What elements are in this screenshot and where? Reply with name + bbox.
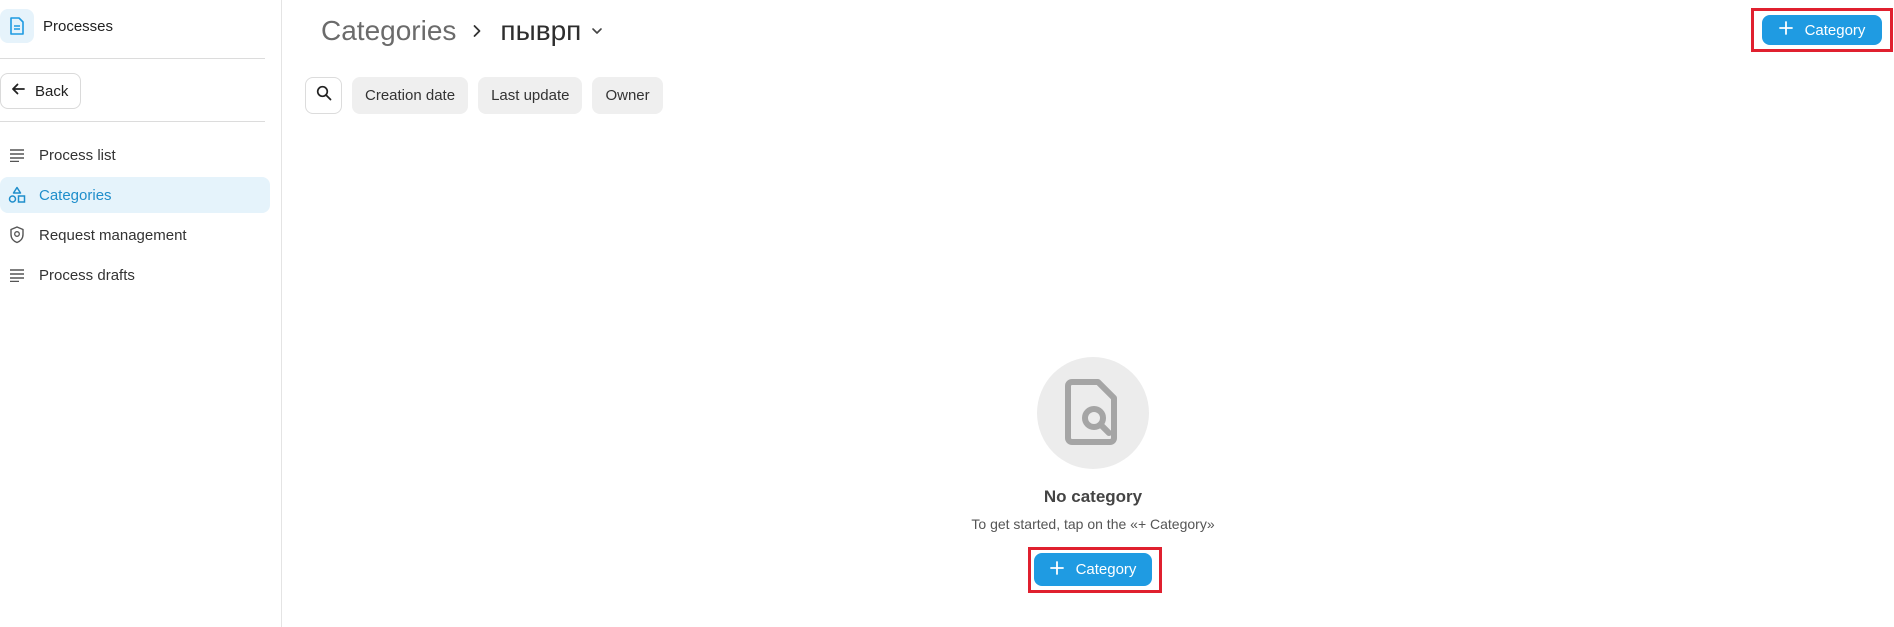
add-category-button[interactable]: Category — [1762, 15, 1882, 45]
list-icon — [8, 146, 26, 164]
sidebar-item-process-list[interactable]: Process list — [0, 137, 270, 173]
sidebar-item-categories[interactable]: Categories — [0, 177, 270, 213]
empty-state-title: No category — [1043, 487, 1143, 506]
filter-bar: Creation date Last update Owner — [305, 77, 663, 114]
plus-icon — [1049, 560, 1064, 579]
search-icon — [316, 85, 332, 106]
breadcrumb-root[interactable]: Categories — [321, 15, 456, 47]
filter-chip-creation-date[interactable]: Creation date — [352, 77, 469, 114]
chevron-right-icon — [472, 24, 482, 38]
sidebar-item-request-management[interactable]: Request management — [0, 217, 270, 253]
search-button[interactable] — [305, 77, 342, 114]
sidebar-item-label: Categories — [39, 186, 112, 204]
empty-state-button-label: Category — [1075, 561, 1137, 578]
breadcrumb-current: пыврп — [500, 15, 582, 46]
app-root: Processes Back Process list Categories R… — [0, 0, 1894, 627]
back-button-label: Back — [35, 82, 69, 100]
empty-state-add-category-button[interactable]: Category — [1034, 553, 1152, 586]
app-title: Processes — [43, 17, 114, 35]
sidebar: Processes Back Process list Categories R… — [0, 0, 282, 627]
empty-state-subtitle: To get started, tap on the «+ Category» — [971, 516, 1215, 532]
add-category-button-label: Category — [1804, 21, 1866, 39]
sidebar-item-label: Process list — [39, 146, 116, 164]
empty-state-illustration — [1037, 357, 1149, 469]
sidebar-item-process-drafts[interactable]: Process drafts — [0, 257, 270, 293]
empty-state: No category To get started, tap on the «… — [963, 357, 1223, 532]
breadcrumb: Categories пыврп — [321, 10, 603, 52]
sidebar-nav: Process list Categories Request manageme… — [0, 137, 270, 297]
app-header: Processes — [0, 8, 265, 44]
document-search-icon — [1064, 376, 1122, 451]
filter-chip-last-update[interactable]: Last update — [478, 77, 583, 114]
chevron-down-icon[interactable] — [591, 27, 603, 35]
back-button[interactable]: Back — [0, 73, 81, 109]
shield-icon — [8, 226, 26, 244]
sidebar-divider — [0, 58, 265, 59]
list-icon — [8, 266, 26, 284]
filter-chip-owner[interactable]: Owner — [592, 77, 663, 114]
arrow-left-icon — [10, 81, 26, 101]
sidebar-divider — [0, 121, 265, 122]
processes-logo-icon — [0, 9, 34, 43]
sidebar-item-label: Request management — [39, 226, 187, 244]
shapes-icon — [8, 186, 26, 204]
plus-icon — [1778, 21, 1793, 39]
sidebar-item-label: Process drafts — [39, 266, 135, 284]
